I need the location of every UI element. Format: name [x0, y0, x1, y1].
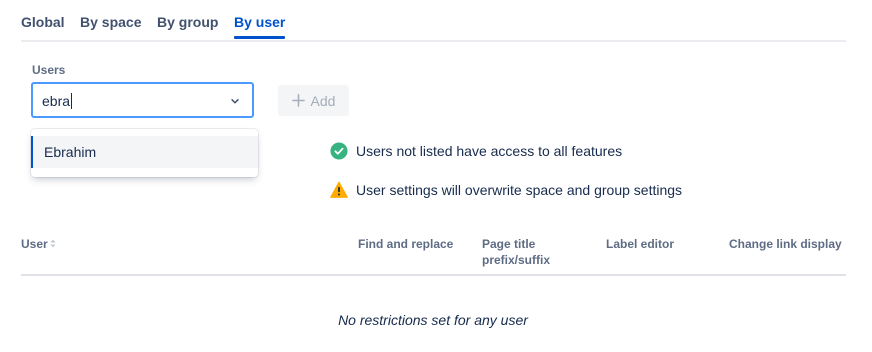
column-header-find-and-replace: Find and replace: [358, 237, 454, 251]
check-circle-icon: [330, 142, 348, 160]
dropdown-option-ebrahim[interactable]: Ebrahim: [31, 136, 258, 168]
chevron-down-icon[interactable]: [228, 94, 242, 108]
tab-by-group[interactable]: By group: [157, 14, 218, 30]
notice-unlisted-users: Users not listed have access to all feat…: [330, 142, 622, 160]
notice-text: User settings will overwrite space and g…: [356, 182, 683, 198]
column-header-label-editor: Label editor: [606, 237, 675, 251]
tab-bar: Global By space By group By user: [21, 0, 846, 42]
notice-overwrite-settings: User settings will overwrite space and g…: [330, 181, 682, 199]
users-select[interactable]: ebra: [31, 82, 254, 118]
text-cursor: [71, 93, 73, 109]
tab-global[interactable]: Global: [21, 14, 65, 30]
add-button[interactable]: Add: [278, 85, 349, 116]
column-header-page-title-prefix-suffix: Page title prefix/suffix: [482, 237, 551, 267]
column-header-label: User: [21, 237, 48, 251]
column-header-user[interactable]: User: [21, 236, 56, 252]
plus-icon: [291, 94, 305, 107]
column-header-change-link-display: Change link display: [729, 237, 842, 251]
notice-text: Users not listed have access to all feat…: [356, 143, 623, 159]
sort-icon[interactable]: [50, 239, 56, 248]
active-tab-indicator: [234, 36, 285, 39]
warning-icon: [330, 181, 348, 198]
add-button-label: Add: [310, 92, 336, 109]
empty-state-message: No restrictions set for any user: [338, 312, 528, 328]
users-field-label: Users: [32, 63, 66, 77]
users-select-value: ebra: [42, 93, 71, 109]
table-header-divider: [21, 274, 846, 276]
tab-by-user[interactable]: By user: [234, 14, 285, 30]
users-select-input[interactable]: ebra: [42, 93, 73, 109]
users-dropdown-menu: Ebrahim: [31, 129, 258, 177]
tab-by-space[interactable]: By space: [80, 14, 141, 30]
